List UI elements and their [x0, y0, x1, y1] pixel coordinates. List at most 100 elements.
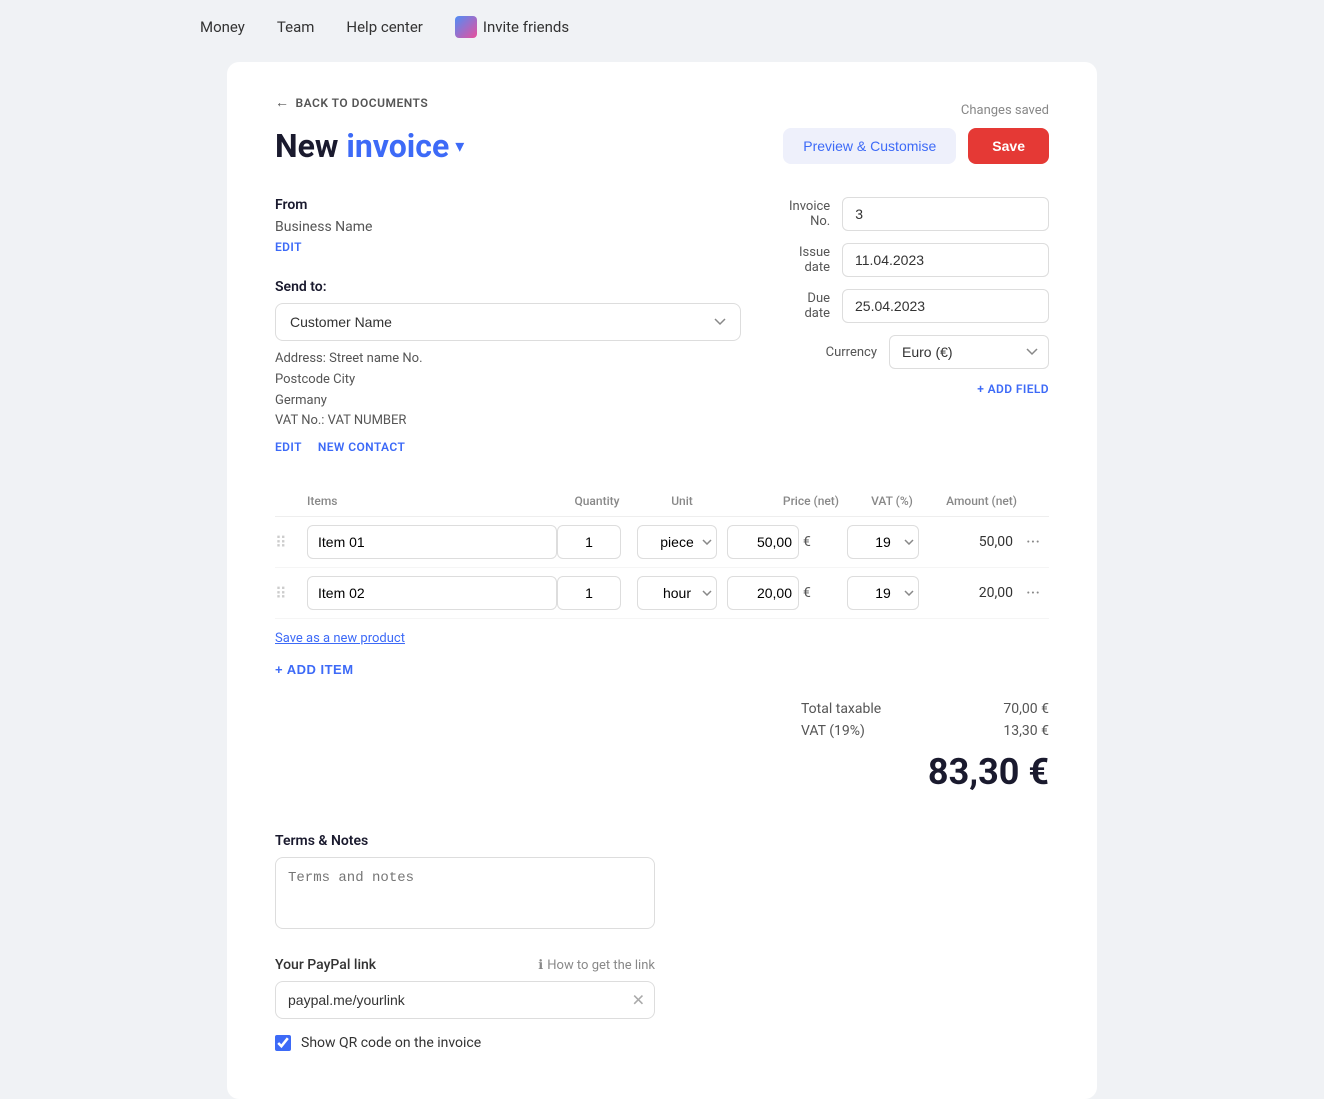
more-options-button[interactable]: ···: [1017, 583, 1049, 604]
price-cell: €: [727, 525, 847, 559]
save-product-area: Save as a new product: [275, 627, 1049, 646]
from-label: From: [275, 197, 741, 213]
paypal-label: Your PayPal link: [275, 957, 376, 973]
send-to-label: Send to:: [275, 279, 741, 295]
currency-label: Currency: [789, 345, 889, 360]
form-right: Invoice No. Issue date Due date Currency…: [789, 197, 1049, 454]
title-area: New invoice ▾: [275, 127, 464, 165]
amount-value: 50,00: [937, 534, 1017, 550]
address-line4: VAT No.: VAT NUMBER: [275, 411, 741, 432]
customer-select[interactable]: Customer Name: [275, 303, 741, 341]
col-header-price: Price (net): [727, 494, 847, 508]
totals-section: Total taxable 70,00 € VAT (19%) 13,30 € …: [275, 701, 1049, 793]
nav-help-center[interactable]: Help center: [346, 18, 422, 36]
paypal-input-wrap: ✕: [275, 981, 655, 1019]
unit-cell: piece hour day: [637, 525, 727, 559]
title-new: New: [275, 127, 338, 165]
items-table-header: Items Quantity Unit Price (net) VAT (%) …: [275, 494, 1049, 517]
unit-cell: hour piece day: [637, 576, 727, 610]
items-section: Items Quantity Unit Price (net) VAT (%) …: [275, 494, 1049, 677]
col-header-vat: VAT (%): [847, 494, 937, 508]
due-date-label: Due date: [789, 291, 842, 321]
price-input[interactable]: [727, 525, 799, 559]
address-line1: Address: Street name No.: [275, 349, 741, 370]
due-date-row: Due date: [789, 289, 1049, 323]
vat-cell: 19 7 0: [847, 525, 937, 559]
add-field-link[interactable]: + ADD FIELD: [977, 382, 1049, 396]
taxable-label: Total taxable: [801, 701, 921, 717]
currency-symbol: €: [803, 534, 811, 550]
item-name-input[interactable]: [307, 576, 557, 610]
unit-select[interactable]: hour piece day: [637, 576, 717, 610]
vat-select[interactable]: 19 7 0: [847, 576, 919, 610]
header-buttons: Preview & Customise Save: [783, 128, 1049, 164]
grand-total: 83,30 €: [275, 751, 1049, 793]
more-options-button[interactable]: ···: [1017, 532, 1049, 553]
contact-actions: EDIT NEW CONTACT: [275, 440, 741, 454]
address-line2: Postcode City: [275, 370, 741, 391]
save-button[interactable]: Save: [968, 128, 1049, 164]
invite-icon: [455, 16, 477, 38]
send-to-edit-link[interactable]: EDIT: [275, 440, 302, 454]
currency-row: Currency Euro (€): [789, 335, 1049, 369]
qr-row: Show QR code on the invoice: [275, 1035, 1049, 1051]
price-cell: €: [727, 576, 847, 610]
currency-select[interactable]: Euro (€): [889, 335, 1049, 369]
from-edit-link[interactable]: EDIT: [275, 240, 302, 254]
col-header-unit: Unit: [637, 494, 727, 508]
quantity-input[interactable]: [557, 525, 621, 559]
main-card: ← BACK TO DOCUMENTS Changes saved New in…: [227, 62, 1097, 1099]
nav-invite-friends[interactable]: Invite friends: [455, 16, 569, 38]
back-to-documents[interactable]: ← BACK TO DOCUMENTS: [275, 94, 428, 111]
item-name-input[interactable]: [307, 525, 557, 559]
vat-select[interactable]: 19 7 0: [847, 525, 919, 559]
top-nav: Money Team Help center Invite friends: [0, 0, 1324, 54]
paypal-input[interactable]: [275, 981, 655, 1019]
address-line3: Germany: [275, 391, 741, 412]
qr-label: Show QR code on the invoice: [301, 1035, 481, 1051]
clear-paypal-button[interactable]: ✕: [632, 991, 645, 1010]
terms-textarea[interactable]: [275, 857, 655, 929]
due-date-input[interactable]: [842, 289, 1049, 323]
drag-handle-icon[interactable]: ⠿: [275, 584, 307, 603]
currency-symbol: €: [803, 585, 811, 601]
col-header-item: Items: [275, 494, 557, 508]
title-invoice: invoice: [346, 127, 449, 165]
taxable-value: 70,00 €: [969, 701, 1049, 717]
vat-cell: 19 7 0: [847, 576, 937, 610]
issue-date-label: Issue date: [789, 245, 842, 275]
header-row: New invoice ▾ Preview & Customise Save: [275, 127, 1049, 165]
price-input[interactable]: [727, 576, 799, 610]
nav-team[interactable]: Team: [277, 18, 315, 36]
nav-money[interactable]: Money: [200, 18, 245, 36]
add-field-row: + ADD FIELD: [789, 381, 1049, 397]
address-block: Address: Street name No. Postcode City G…: [275, 349, 741, 432]
vat-value: 13,30 €: [969, 723, 1049, 739]
back-arrow-icon: ←: [275, 94, 290, 111]
save-product-link[interactable]: Save as a new product: [275, 631, 405, 646]
business-name: Business Name: [275, 219, 741, 235]
vat-label: VAT (19%): [801, 723, 921, 739]
chevron-down-icon[interactable]: ▾: [455, 136, 464, 157]
unit-select[interactable]: piece hour day: [637, 525, 717, 559]
drag-handle-icon[interactable]: ⠿: [275, 533, 307, 552]
amount-value: 20,00: [937, 585, 1017, 601]
invoice-no-label: Invoice No.: [789, 199, 842, 229]
quantity-input[interactable]: [557, 576, 621, 610]
taxable-row: Total taxable 70,00 €: [275, 701, 1049, 717]
vat-row: VAT (19%) 13,30 €: [275, 723, 1049, 739]
changes-saved-status: Changes saved: [961, 103, 1049, 118]
form-layout: From Business Name EDIT Send to: Custome…: [275, 197, 1049, 454]
issue-date-input[interactable]: [842, 243, 1049, 277]
invoice-no-input[interactable]: [842, 197, 1049, 231]
add-item-button[interactable]: + ADD ITEM: [275, 662, 354, 677]
customer-select-wrap: Customer Name: [275, 303, 741, 341]
info-icon: ℹ: [538, 958, 543, 973]
terms-section: Terms & Notes: [275, 833, 1049, 933]
new-contact-link[interactable]: NEW CONTACT: [318, 440, 405, 454]
paypal-section: Your PayPal link ℹ How to get the link ✕: [275, 957, 1049, 1019]
how-to-get-link[interactable]: ℹ How to get the link: [538, 958, 655, 973]
col-header-qty: Quantity: [557, 494, 637, 508]
preview-customise-button[interactable]: Preview & Customise: [783, 128, 956, 164]
qr-checkbox[interactable]: [275, 1035, 291, 1051]
